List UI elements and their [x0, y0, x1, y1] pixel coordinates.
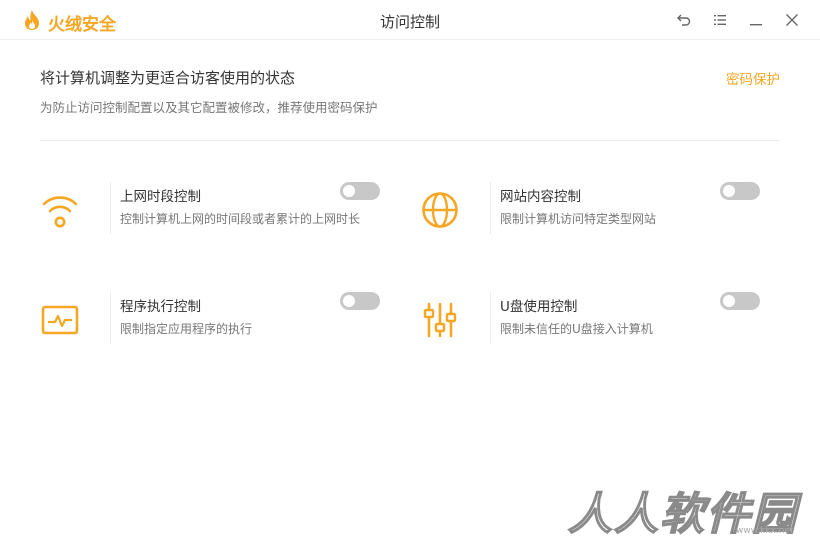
- page-subline: 为防止访问控制配置以及其它配置被修改，推荐使用密码保护: [40, 100, 378, 115]
- feature-program-execution: 程序执行控制 限制指定应用程序的执行: [40, 290, 380, 350]
- feature-title: 程序执行控制: [120, 299, 201, 315]
- usb-sliders-icon: [420, 300, 460, 340]
- feature-website-content: 网站内容控制 限制计算机访问特定类型网站: [420, 180, 760, 240]
- close-button[interactable]: [783, 11, 801, 29]
- feature-title: U盘使用控制: [500, 299, 578, 315]
- back-button[interactable]: [675, 11, 693, 29]
- feature-internet-time: 上网时段控制 控制计算机上网的时间段或者累计的上网时长: [40, 180, 380, 240]
- feature-title: 上网时段控制: [120, 189, 201, 205]
- feature-separator: [490, 182, 491, 234]
- globe-icon: [420, 190, 460, 230]
- toggle-knob: [723, 295, 735, 307]
- close-icon: [783, 14, 801, 33]
- feature-title: 网站内容控制: [500, 189, 581, 205]
- menu-icon: [711, 14, 729, 33]
- minimize-icon: [747, 14, 765, 33]
- feature-desc: 限制指定应用程序的执行: [120, 322, 253, 336]
- window-title: 访问控制: [379, 13, 440, 31]
- feature-desc: 限制计算机访问特定类型网站: [500, 212, 657, 226]
- wifi-icon: [40, 190, 80, 230]
- page-headline: 将计算机调整为更适合访客使用的状态: [40, 69, 296, 87]
- program-execution-toggle[interactable]: [340, 292, 380, 310]
- title-bar: 火绒安全 访问控制: [0, 0, 820, 40]
- minimize-button[interactable]: [747, 11, 765, 29]
- feature-desc: 控制计算机上网的时间段或者累计的上网时长: [120, 212, 361, 226]
- website-content-toggle[interactable]: [720, 182, 760, 200]
- toggle-knob: [723, 185, 735, 197]
- usb-control-toggle[interactable]: [720, 292, 760, 310]
- watermark-url: www.kkx.net: [736, 526, 794, 536]
- feature-separator: [110, 292, 111, 344]
- internet-time-toggle[interactable]: [340, 182, 380, 200]
- divider: [40, 140, 780, 141]
- feature-usb-control: U盘使用控制 限制未信任的U盘接入计算机: [420, 290, 760, 350]
- back-icon: [675, 14, 693, 33]
- toggle-knob: [343, 185, 355, 197]
- toggle-knob: [343, 295, 355, 307]
- feature-desc: 限制未信任的U盘接入计算机: [500, 322, 653, 336]
- feature-separator: [490, 292, 491, 344]
- menu-button[interactable]: [711, 11, 729, 29]
- feature-separator: [110, 182, 111, 234]
- monitor-pulse-icon: [40, 300, 80, 340]
- password-protect-link[interactable]: 密码保护: [726, 68, 780, 88]
